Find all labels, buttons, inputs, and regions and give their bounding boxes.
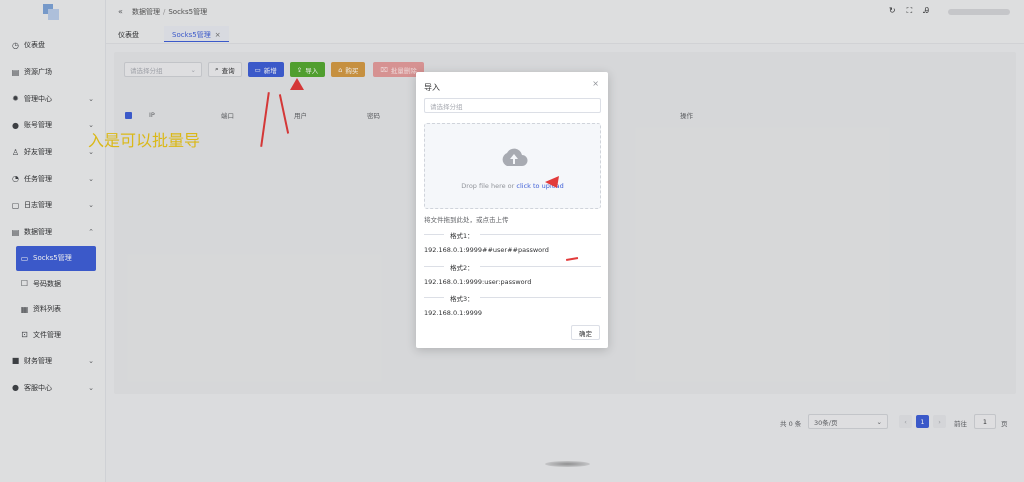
format-example: 192.168.0.1:9999:user:password — [424, 278, 532, 286]
upload-hint: 将文件拖到此处，或点击上传 — [424, 216, 509, 224]
close-icon[interactable]: × — [592, 79, 599, 88]
divider: 格式3： — [424, 293, 601, 303]
divider: 格式2： — [424, 262, 601, 272]
divider: 格式1： — [424, 230, 601, 240]
format-example: 192.168.0.1:9999 — [424, 309, 483, 317]
dialog-group-select[interactable]: 请选择分组 — [424, 98, 601, 113]
upload-dropzone[interactable]: Drop file here or click to upload — [424, 123, 601, 209]
import-dialog: 导入 × 请选择分组 Drop file here or click to up… — [416, 72, 608, 348]
arrow-head-icon — [545, 176, 559, 188]
annotation-arrow-line — [565, 256, 579, 261]
dialog-title: 导入 — [424, 83, 440, 92]
format-example: 192.168.0.1:9999##user##password — [424, 246, 549, 254]
confirm-button[interactable]: 确定 — [571, 325, 600, 340]
cloud-upload-icon — [502, 148, 528, 166]
upload-text: Drop file here or click to upload — [461, 182, 564, 190]
